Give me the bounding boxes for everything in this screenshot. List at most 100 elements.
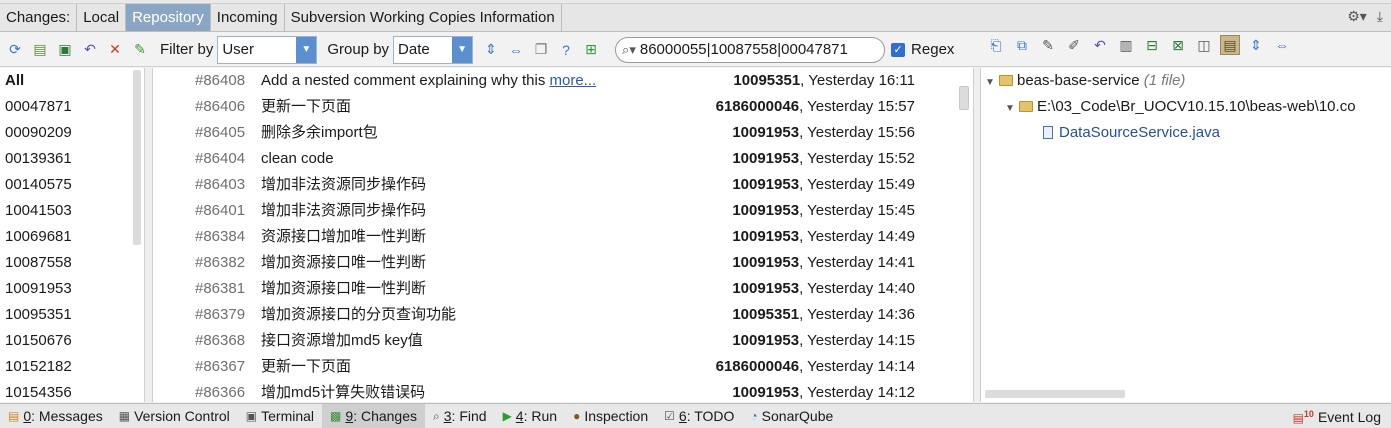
commit-row[interactable]: #86382 增加资源接口唯一性判断 10091953, Yesterday 1… [153, 250, 973, 276]
help-icon[interactable]: ? [556, 40, 576, 60]
collapse-tree-icon[interactable]: ⇔ [1272, 35, 1292, 55]
commit-author: 6186000046 [715, 98, 800, 115]
tool-inspection[interactable]: ● Inspection [565, 404, 656, 428]
get-revision-icon[interactable]: ⎗ [986, 35, 1006, 55]
commit-row[interactable]: #86401 增加非法资源同步操作码 10091953, Yesterday 1… [153, 198, 973, 224]
browse-changes-icon[interactable]: ⧉ [1012, 35, 1032, 55]
tool-run[interactable]: ▶ 4: Run [495, 404, 566, 428]
tab-incoming[interactable]: Incoming [211, 4, 285, 31]
expanded-triangle-icon[interactable]: ▼ [1005, 96, 1019, 122]
commit-time: , Yesterday 15:57 [799, 98, 915, 115]
commit-row[interactable]: #86366 增加md5计算失败错误码 10091953, Yesterday … [153, 380, 973, 402]
close-icon[interactable]: ✕ [105, 40, 125, 60]
commit-author: 10091953 [732, 228, 800, 245]
group-by-select[interactable]: Date ▼ [393, 35, 474, 64]
user-item[interactable]: 00140575 [0, 172, 144, 198]
collapse-all-icon[interactable]: ⇔ [506, 40, 526, 60]
save-icon[interactable]: ▥ [1116, 35, 1136, 55]
inspection-icon: ● [573, 409, 581, 423]
commit-meta: 10095351, Yesterday 16:11 [733, 68, 915, 94]
tab-svn-working-copies[interactable]: Subversion Working Copies Information [285, 4, 562, 31]
tree-node-file[interactable]: DataSourceService.java [1043, 120, 1220, 146]
tool-window-bar: ▤ 0: Messages ▦ Version Control ▣ Terminal … [0, 403, 1391, 428]
user-item[interactable]: 10087558 [0, 250, 144, 276]
tool-sonarqube[interactable]: ◔ SonarQube [742, 404, 841, 428]
regex-checkbox[interactable]: ✓ [891, 42, 906, 57]
commit-message: 增加资源接口唯一性判断 [261, 280, 427, 297]
user-item[interactable]: 10091953 [0, 276, 144, 302]
user-item[interactable]: 10154356 [0, 380, 144, 402]
tool-terminal[interactable]: ▣ Terminal [238, 404, 322, 428]
edit-source-icon[interactable]: ✎ [1038, 35, 1058, 55]
copy-revision-icon[interactable]: ▣ [55, 40, 75, 60]
user-item-all[interactable]: All [0, 68, 144, 94]
commit-time: , Yesterday 14:41 [799, 254, 915, 271]
left-splitter[interactable] [145, 68, 153, 402]
user-item[interactable]: 00047871 [0, 94, 144, 120]
commit-message: 资源接口增加唯一性判断 [261, 228, 427, 245]
diff-icon[interactable]: ⊠ [1168, 35, 1188, 55]
commit-row[interactable]: #86406 更新一下页面 6186000046, Yesterday 15:5… [153, 94, 973, 120]
create-patch-icon[interactable]: ▤ [30, 40, 50, 60]
commit-row[interactable]: #86404 clean code 10091953, Yesterday 15… [153, 146, 973, 172]
user-item[interactable]: 00139361 [0, 146, 144, 172]
commit-time: , Yesterday 15:49 [799, 176, 915, 193]
search-icon[interactable]: ⌕▾ [622, 42, 636, 58]
user-item[interactable]: 10069681 [0, 224, 144, 250]
filter-by-select[interactable]: User ▼ [217, 35, 318, 64]
user-item[interactable]: 10095351 [0, 302, 144, 328]
user-item[interactable]: 10150676 [0, 328, 144, 354]
revert-icon[interactable]: ↶ [80, 40, 100, 60]
commit-row[interactable]: #86384 资源接口增加唯一性判断 10091953, Yesterday 1… [153, 224, 973, 250]
tree-node-module[interactable]: ▼ beas-base-service (1 file) [985, 68, 1185, 94]
settings-gear-icon[interactable]: ⚙▾ [1347, 8, 1367, 25]
search-input[interactable] [639, 41, 870, 58]
tab-repository[interactable]: Repository [126, 4, 211, 31]
user-filter-list: All 00047871 00090209 00139361 00140575 … [0, 68, 145, 402]
user-item[interactable]: 10041503 [0, 198, 144, 224]
commit-number: #86408 [195, 72, 246, 89]
sonarqube-icon: ◔ [750, 409, 758, 423]
event-log[interactable]: ▤10 Event Log [1293, 404, 1381, 428]
commit-meta: 10091953, Yesterday 15:56 [732, 120, 915, 146]
commit-row[interactable]: #86408 Add a nested comment explaining w… [153, 68, 973, 94]
expand-tree-icon[interactable]: ⇕ [1246, 35, 1266, 55]
commit-row[interactable]: #86367 更新一下页面 6186000046, Yesterday 14:1… [153, 354, 973, 380]
users-scrollbar[interactable] [133, 70, 141, 245]
group-by-directory-icon[interactable]: ▤ [1220, 35, 1240, 55]
tree-hscrollbar[interactable] [985, 390, 1125, 398]
copy-icon[interactable]: ❐ [531, 40, 551, 60]
compare-icon[interactable]: ⊟ [1142, 35, 1162, 55]
commit-row[interactable]: #86405 删除多余import包 10091953, Yesterday 1… [153, 120, 973, 146]
commit-row[interactable]: #86403 增加非法资源同步操作码 10091953, Yesterday 1… [153, 172, 973, 198]
right-splitter[interactable] [973, 68, 981, 402]
commit-time: , Yesterday 14:36 [799, 306, 915, 323]
tree-node-path[interactable]: ▼ E:\03_Code\Br_UOCV10.15.10\beas-web\10.… [1005, 94, 1356, 120]
tool-find[interactable]: ⌕ 3: Find [425, 404, 495, 428]
expanded-triangle-icon[interactable]: ▼ [985, 70, 999, 96]
tool-changes[interactable]: ▩ 9: Changes [322, 403, 426, 428]
commit-row[interactable]: #86381 增加资源接口唯一性判断 10091953, Yesterday 1… [153, 276, 973, 302]
more-link[interactable]: more... [550, 72, 597, 89]
user-item[interactable]: 00090209 [0, 120, 144, 146]
expand-all-icon[interactable]: ⇕ [481, 40, 501, 60]
annotate-icon[interactable]: ✐ [1064, 35, 1084, 55]
commits-scrollbar[interactable] [959, 86, 969, 110]
java-file-icon [1043, 126, 1053, 139]
commit-row[interactable]: #86379 增加资源接口的分页查询功能 10095351, Yesterday… [153, 302, 973, 328]
preview-icon[interactable]: ◫ [1194, 35, 1214, 55]
commit-row[interactable]: #86368 接口资源增加md5 key值 10091953, Yesterda… [153, 328, 973, 354]
commit-message: 更新一下页面 [261, 98, 352, 115]
hide-panel-icon[interactable]: ⤓ [1377, 8, 1383, 25]
refresh-icon[interactable]: ⟳ [5, 40, 25, 60]
tool-todo[interactable]: ☑ 6: TODO [656, 404, 742, 428]
tool-messages[interactable]: ▤ 0: Messages [0, 404, 111, 428]
changes-tab-bar: Changes: Local Repository Incoming Subve… [0, 4, 1391, 32]
revert-changes-icon[interactable]: ↶ [1090, 35, 1110, 55]
tab-local[interactable]: Local [77, 4, 127, 31]
edit-icon[interactable]: ✎ [130, 40, 150, 60]
tool-version-control[interactable]: ▦ Version Control [111, 404, 238, 428]
add-icon[interactable]: ⊞ [581, 40, 601, 60]
search-field[interactable]: ⌕▾ [615, 36, 886, 63]
user-item[interactable]: 10152182 [0, 354, 144, 380]
